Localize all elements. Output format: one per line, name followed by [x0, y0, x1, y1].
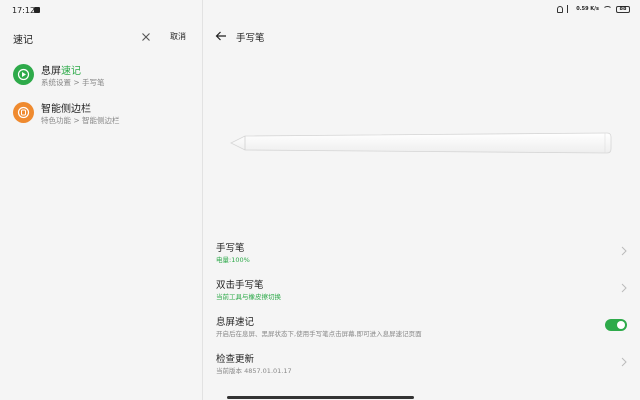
screen-off-memo-toggle[interactable]: [605, 319, 627, 331]
double-tap-row[interactable]: 双击手写笔 当前工具与橡皮擦切换: [203, 273, 640, 303]
screen-off-memo-row: 息屏速记 开启后在息屏、黑屏状态下,使用手写笔点击屏幕,即可进入息屏速记页面: [203, 310, 640, 340]
stylus-battery-row[interactable]: 手写笔 电量:100%: [203, 236, 640, 266]
search-result-item[interactable]: 智能侧边栏 特色功能 > 智能侧边栏: [0, 96, 202, 134]
row-label: 检查更新: [216, 354, 255, 365]
stylus-illustration: [230, 132, 612, 154]
mute-icon: [557, 5, 564, 13]
result-path: 特色功能 > 智能侧边栏: [41, 116, 120, 125]
home-indicator[interactable]: [227, 396, 414, 399]
toggle-knob: [617, 321, 625, 329]
search-input[interactable]: [13, 30, 123, 46]
row-subtext: 当前版本 4857.01.01.17: [216, 367, 292, 375]
row-label: 双击手写笔: [216, 280, 264, 291]
row-label: 手写笔: [216, 243, 245, 254]
search-panel: 取消 息屏速记 系统设置 > 手写笔 智能侧边栏 特色功能 > 智能侧边栏: [0, 20, 202, 400]
search-result-item[interactable]: 息屏速记 系统设置 > 手写笔: [0, 58, 202, 96]
notification-icon: [34, 7, 40, 13]
back-arrow-icon[interactable]: [215, 30, 227, 42]
cancel-button[interactable]: 取消: [170, 31, 186, 42]
bluetooth-icon: [567, 5, 572, 13]
row-subtext: 当前工具与橡皮擦切换: [216, 293, 281, 301]
result-title: 智能侧边栏: [41, 104, 91, 115]
detail-panel: 手写笔 手写笔 电量:100% 双击手写笔 当前工具与橡皮擦切换 息屏速记 开启…: [203, 20, 640, 400]
clear-icon[interactable]: [140, 31, 152, 43]
status-bar: 17:12 0.59 K/s 88: [0, 0, 640, 20]
network-speed: 0.59 K/s: [576, 5, 599, 12]
row-label: 息屏速记: [216, 317, 255, 328]
wifi-icon: [603, 5, 612, 13]
stylus-icon: [13, 64, 34, 85]
chevron-right-icon: [621, 283, 627, 293]
battery-icon: 88: [616, 5, 630, 13]
chevron-right-icon: [621, 357, 627, 367]
sidebar-icon: [13, 102, 34, 123]
result-path: 系统设置 > 手写笔: [41, 78, 105, 87]
chevron-right-icon: [621, 246, 627, 256]
status-icons: 0.59 K/s 88: [557, 5, 630, 13]
check-update-row[interactable]: 检查更新 当前版本 4857.01.01.17: [203, 347, 640, 377]
result-title: 息屏速记: [41, 66, 81, 77]
page-title: 手写笔: [236, 33, 265, 44]
search-bar: 取消: [0, 26, 202, 50]
row-subtext: 电量:100%: [216, 256, 250, 264]
status-time: 17:12: [12, 6, 36, 15]
row-subtext: 开启后在息屏、黑屏状态下,使用手写笔点击屏幕,即可进入息屏速记页面: [216, 330, 422, 338]
